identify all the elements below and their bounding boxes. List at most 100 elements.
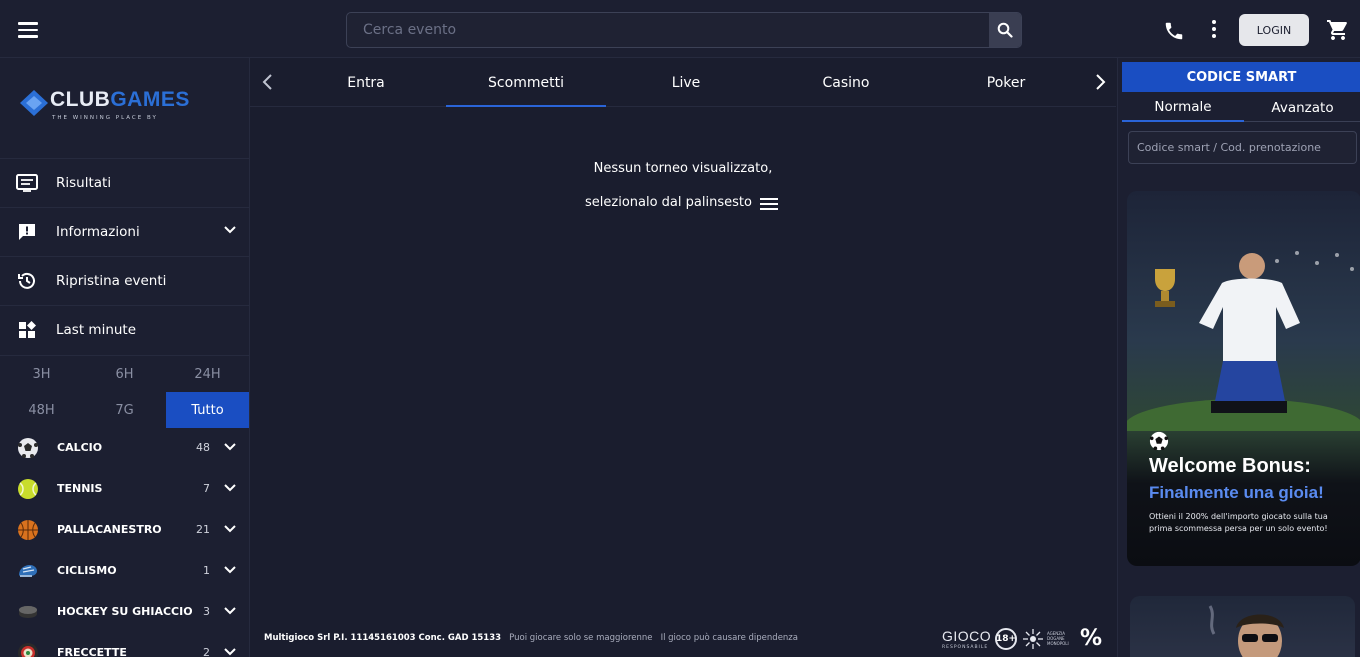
promo-player-image: [1127, 251, 1360, 431]
sport-row-ciclismo[interactable]: CICLISMO 1: [0, 551, 249, 592]
hockey-puck-icon: [19, 606, 37, 618]
soccer-ball-icon: [1149, 431, 1169, 451]
adm-text: AGENZIA DOGANE MONOPOLI: [1047, 631, 1069, 646]
sidebar-item-label: Risultati: [56, 175, 112, 191]
hamburger-menu-icon[interactable]: [18, 22, 38, 38]
palinsesto-menu-icon[interactable]: [760, 198, 778, 212]
tab-poker[interactable]: Poker: [926, 58, 1086, 107]
sidebar-item-informazioni[interactable]: Informazioni: [0, 207, 249, 256]
tabs-next-arrow-icon[interactable]: [1090, 72, 1110, 92]
sport-row-tennis[interactable]: TENNIS 7: [0, 469, 249, 510]
tab-normale[interactable]: Normale: [1122, 94, 1244, 122]
sidebar-item-last-minute[interactable]: Last minute: [0, 305, 249, 354]
main-tabs: Entra Scommetti Live Casino Poker: [250, 58, 1116, 107]
promo-person-image: [1208, 605, 1284, 657]
footer-notice-age: Puoi giocare solo se maggiorenne: [509, 633, 653, 643]
right-panel: CODICE SMART Normale Avanzato Welcome Bo…: [1117, 58, 1360, 657]
dashboard-icon: [16, 319, 38, 341]
sport-count: 48: [196, 441, 210, 454]
footer: Multigioco Srl P.I. 11145161003 Conc. GA…: [250, 618, 1116, 657]
footer-legal-text: Multigioco Srl P.I. 11145161003 Conc. GA…: [264, 633, 798, 643]
chevron-down-icon[interactable]: [224, 484, 236, 492]
left-sidebar: CLUBGAMES THE WINNING PLACE BY Risultati…: [0, 58, 250, 657]
sport-name: HOCKEY SU GHIACCIO: [57, 605, 193, 618]
sidebar-item-ripristina-eventi[interactable]: Ripristina eventi: [0, 256, 249, 305]
tab-scommetti[interactable]: Scommetti: [446, 58, 606, 107]
history-icon: [16, 270, 38, 292]
search-box: [346, 12, 1022, 48]
tab-avanzato[interactable]: Avanzato: [1244, 94, 1360, 122]
logo-text: CLUBGAMES: [50, 88, 190, 111]
chevron-down-icon[interactable]: [224, 443, 236, 451]
tab-casino[interactable]: Casino: [766, 58, 926, 107]
cycling-helmet-icon: [19, 565, 37, 577]
time-filter-grid: 3H 6H 24H 48H 7G Tutto: [0, 355, 249, 428]
footer-company: Multigioco Srl P.I. 11145161003 Conc. GA…: [264, 633, 502, 643]
empty-state-line2: selezionalo dal palinsesto: [585, 195, 752, 210]
sport-count: 7: [203, 482, 210, 495]
cart-icon[interactable]: [1326, 18, 1350, 42]
sport-name: TENNIS: [57, 482, 103, 495]
tennis-ball-icon: [18, 479, 38, 499]
sidebar-menu: Risultati Informazioni Ripristina eventi…: [0, 158, 249, 354]
sidebar-item-label: Last minute: [56, 322, 137, 338]
time-filter-6h[interactable]: 6H: [83, 356, 166, 392]
soccer-ball-icon: [18, 438, 38, 458]
percent-icon[interactable]: %: [1080, 626, 1102, 651]
sport-count: 21: [196, 523, 210, 536]
sport-count: 3: [203, 605, 210, 618]
tabs-prev-arrow-icon[interactable]: [258, 72, 278, 92]
sports-list: CALCIO 48 TENNIS 7 PALLACANESTRO 21 CICL…: [0, 428, 249, 657]
welcome-bonus-banner[interactable]: Welcome Bonus: Finalmente una gioia! Ott…: [1127, 191, 1360, 566]
sidebar-item-risultati[interactable]: Risultati: [0, 158, 249, 207]
time-filter-48h[interactable]: 48H: [0, 392, 83, 428]
sidebar-item-label: Informazioni: [56, 224, 140, 240]
info-icon: [16, 221, 38, 243]
chevron-down-icon[interactable]: [224, 566, 236, 574]
main-content: Entra Scommetti Live Casino Poker Nessun…: [250, 58, 1116, 657]
time-filter-tutto[interactable]: Tutto: [166, 392, 249, 428]
clubgames-logo[interactable]: CLUBGAMES THE WINNING PLACE BY: [16, 84, 236, 128]
sidebar-item-label: Ripristina eventi: [56, 273, 167, 289]
chevron-down-icon[interactable]: [224, 525, 236, 533]
age-18-badge: 18+: [995, 628, 1017, 650]
second-promo-banner[interactable]: [1130, 596, 1355, 657]
sport-row-pallacanestro[interactable]: PALLACANESTRO 21: [0, 510, 249, 551]
tab-entra[interactable]: Entra: [286, 58, 446, 107]
sport-name: FRECCETTE: [57, 646, 127, 657]
footer-notice-addiction: Il gioco può causare dipendenza: [660, 633, 798, 643]
promo-subtitle: Finalmente una gioia!: [1149, 483, 1324, 502]
sport-row-hockey-su-ghiaccio[interactable]: HOCKEY SU GHIACCIO 3: [0, 592, 249, 633]
sport-name: CICLISMO: [57, 564, 117, 577]
basketball-icon: [18, 520, 38, 540]
sport-row-calcio[interactable]: CALCIO 48: [0, 428, 249, 469]
results-icon: [16, 172, 38, 194]
phone-icon[interactable]: [1163, 20, 1185, 42]
time-filter-7g[interactable]: 7G: [83, 392, 166, 428]
time-filter-24h[interactable]: 24H: [166, 356, 249, 392]
tab-live[interactable]: Live: [606, 58, 766, 107]
login-button[interactable]: LOGIN: [1239, 14, 1309, 46]
chevron-down-icon[interactable]: [224, 648, 236, 656]
chevron-down-icon[interactable]: [224, 607, 236, 615]
sport-row-freccette[interactable]: FRECCETTE 2: [0, 633, 249, 657]
time-filter-3h[interactable]: 3H: [0, 356, 83, 392]
more-options-icon[interactable]: [1210, 20, 1218, 40]
chevron-down-icon[interactable]: [224, 226, 236, 234]
search-button[interactable]: [989, 13, 1021, 47]
codice-smart-header: CODICE SMART: [1122, 62, 1360, 92]
logo-diamond-icon: [20, 90, 48, 116]
search-icon: [997, 22, 1013, 38]
promo-description: Ottieni il 200% dell'importo giocato sul…: [1149, 512, 1328, 533]
search-input[interactable]: [347, 13, 991, 47]
darts-icon: [18, 643, 38, 657]
sport-count: 1: [203, 564, 210, 577]
logo-tagline: THE WINNING PLACE BY: [52, 115, 158, 121]
top-bar: LOGIN: [0, 0, 1360, 58]
promo-title: Welcome Bonus:: [1149, 455, 1311, 477]
codice-smart-input[interactable]: [1128, 131, 1357, 164]
sport-count: 2: [203, 646, 210, 657]
gioco-responsabile-logo[interactable]: GIOCO: [942, 628, 991, 644]
adm-sun-icon: [1023, 629, 1043, 649]
empty-state-line1: Nessun torneo visualizzato,: [593, 161, 773, 176]
